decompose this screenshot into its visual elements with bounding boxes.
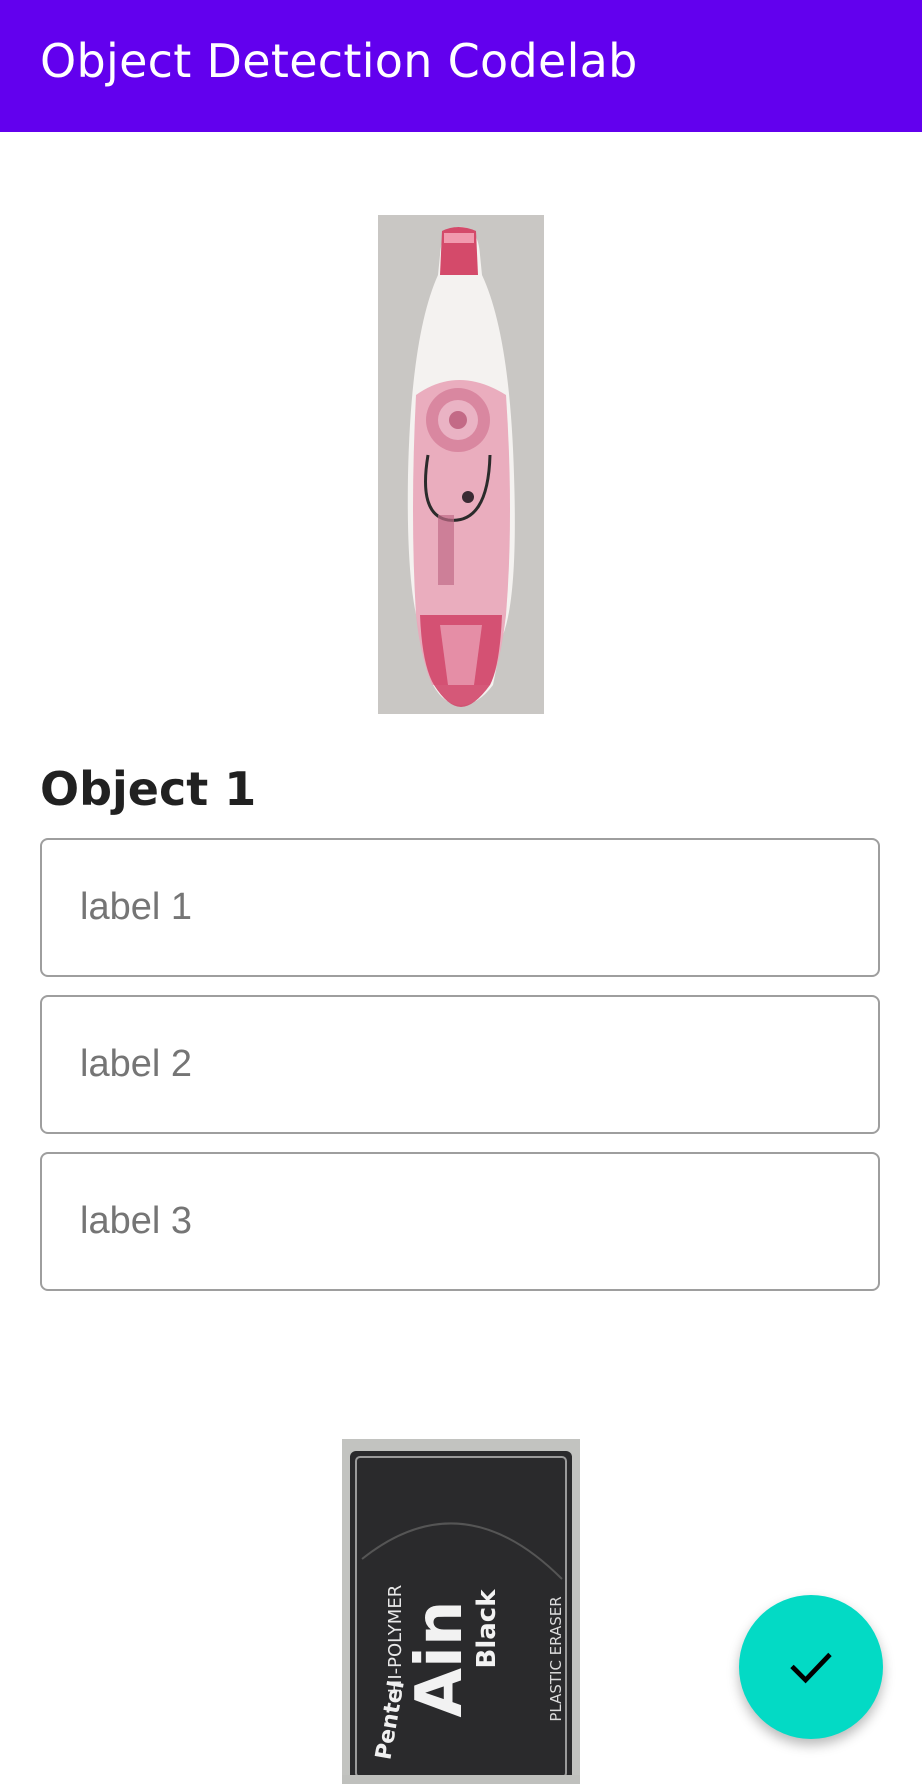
check-icon [790, 1652, 832, 1684]
app-bar: Object Detection Codelab [0, 0, 922, 132]
label-field-1[interactable] [40, 838, 880, 977]
eraser-image: HI-POLYMER Ain Black PLASTIC ERASER Pent… [342, 1439, 580, 1781]
confirm-fab-button[interactable] [739, 1595, 883, 1739]
object-2-thumbnail: HI-POLYMER Ain Black PLASTIC ERASER Pent… [342, 1439, 580, 1784]
eraser-logo-text: Ain [403, 1600, 477, 1717]
label-field-2[interactable] [40, 995, 880, 1134]
object-heading: Object 1 [40, 762, 257, 816]
label-input-2[interactable] [80, 997, 840, 1132]
label-field-3[interactable] [40, 1152, 880, 1291]
app-title: Object Detection Codelab [40, 34, 638, 88]
correction-tape-image [378, 215, 544, 714]
label-input-3[interactable] [80, 1154, 840, 1289]
object-1-thumbnail [378, 215, 544, 714]
label-input-1[interactable] [80, 840, 840, 975]
eraser-type-text: PLASTIC ERASER [547, 1596, 565, 1721]
eraser-black-text: Black [472, 1589, 502, 1669]
